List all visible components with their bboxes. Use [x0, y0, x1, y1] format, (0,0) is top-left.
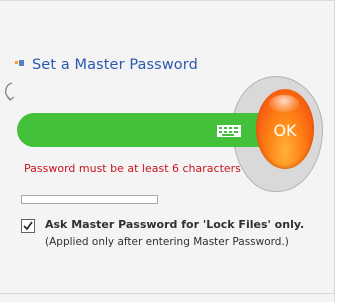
- lock-files-only-label[interactable]: Ask Master Password for 'Lock Files' onl…: [45, 218, 304, 231]
- ok-button[interactable]: OK: [256, 89, 314, 169]
- bottom-divider: [0, 293, 334, 294]
- password-strength-bar: [21, 195, 158, 204]
- error-message: Password must be at least 6 characters: [24, 162, 241, 175]
- ok-button-label: OK: [273, 120, 297, 140]
- lock-files-only-checkbox[interactable]: [21, 219, 35, 233]
- window-edge: [334, 0, 347, 302]
- dialog-title: Set a Master Password: [32, 57, 198, 73]
- lock-icon: [15, 60, 25, 68]
- master-password-panel: Set a Master Password OK Password must b…: [0, 0, 334, 302]
- back-arrow-icon: [5, 82, 15, 101]
- top-divider: [0, 0, 334, 1]
- checkmark-icon: [23, 221, 33, 231]
- virtual-keyboard-icon[interactable]: [217, 125, 241, 137]
- lock-files-only-note: (Applied only after entering Master Pass…: [45, 236, 289, 248]
